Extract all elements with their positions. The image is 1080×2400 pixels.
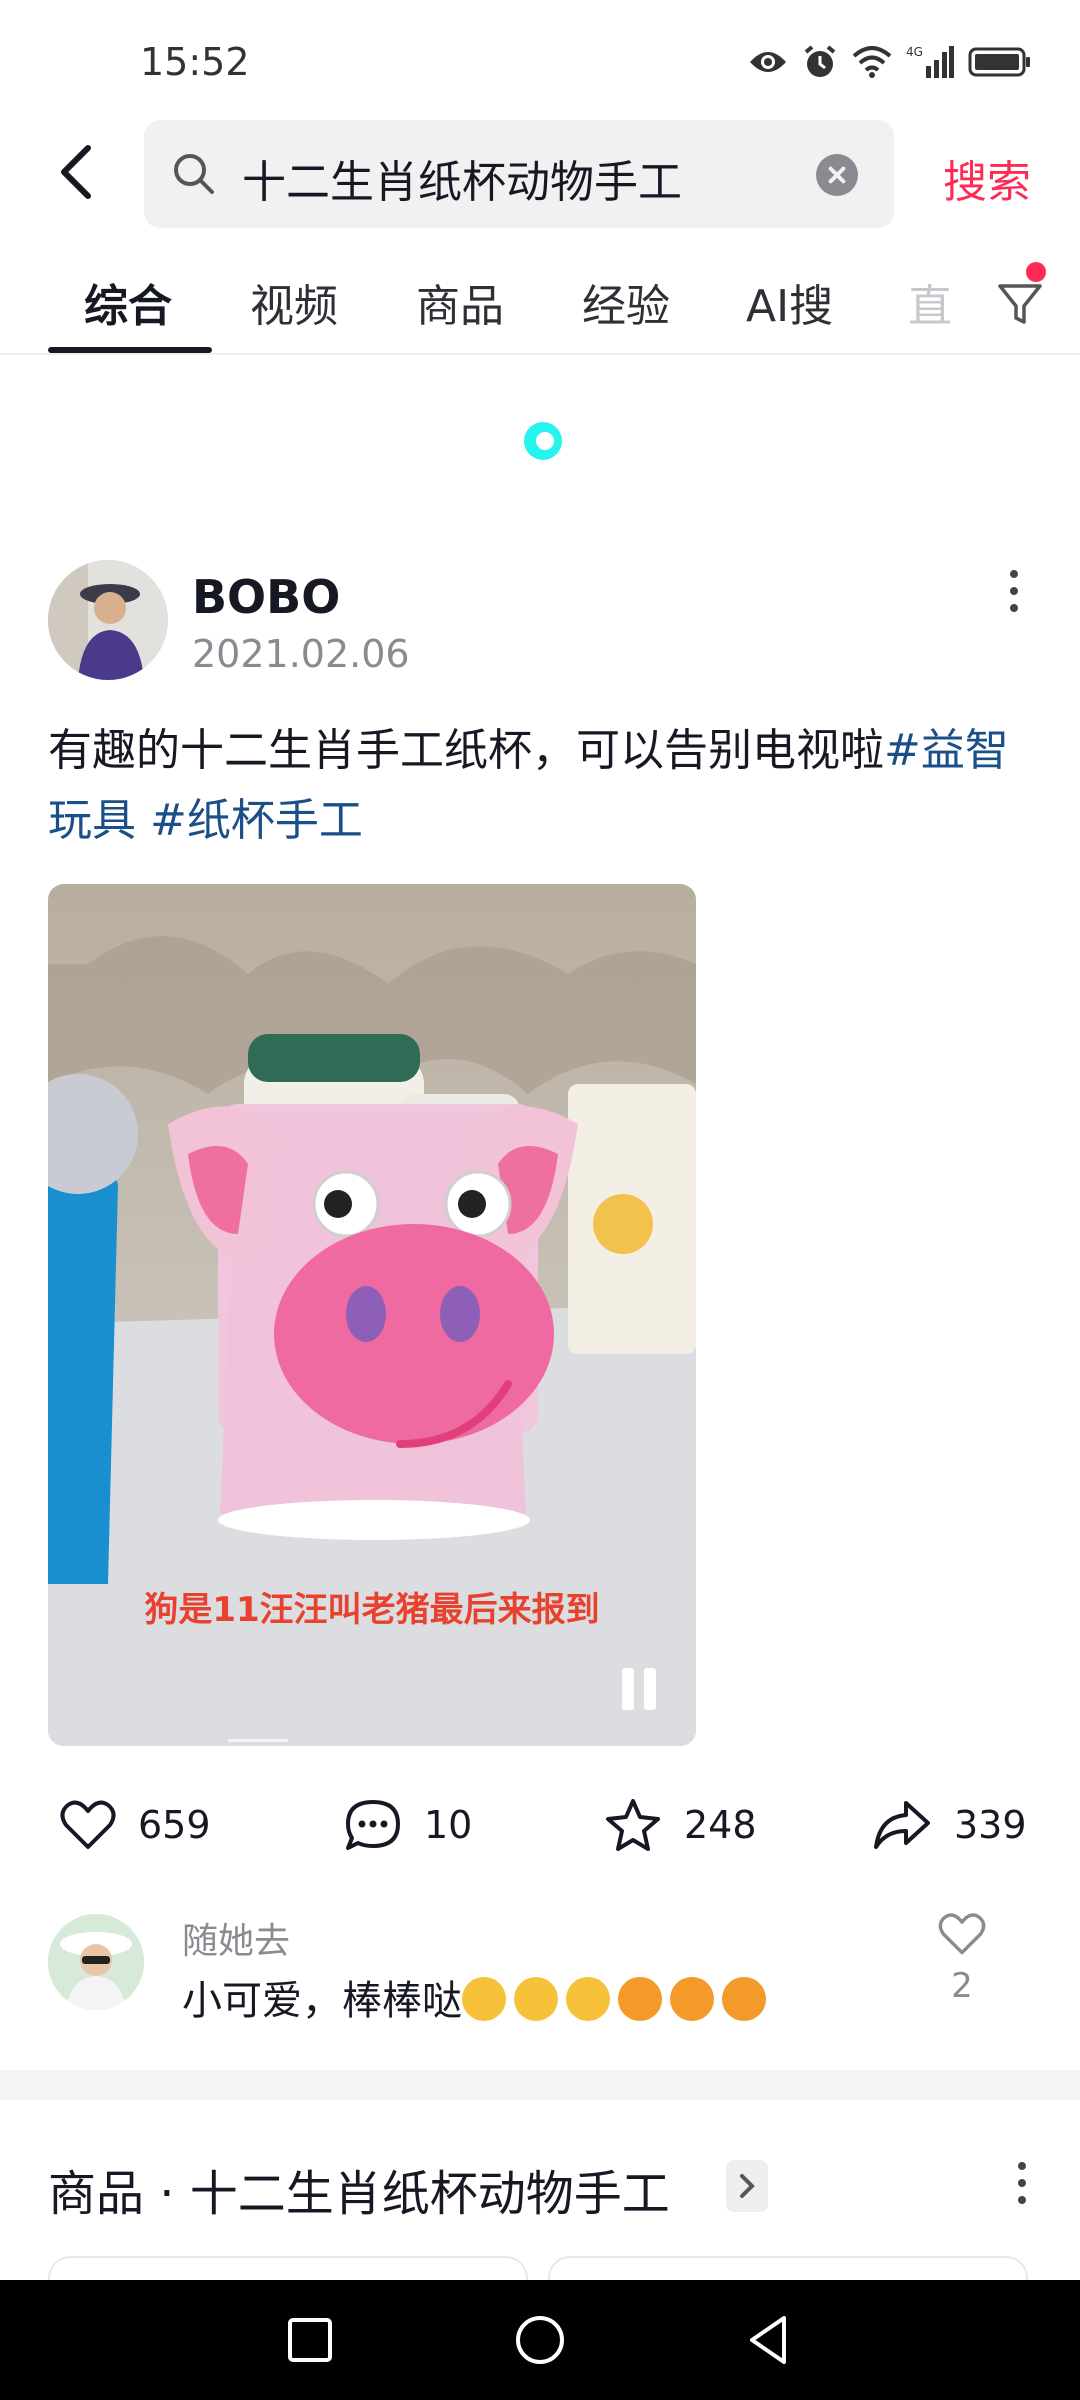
author-name[interactable]: BOBO bbox=[192, 570, 340, 624]
author-avatar[interactable] bbox=[48, 560, 168, 680]
clap-emoji-icon bbox=[462, 1977, 506, 2021]
comment-count: 10 bbox=[424, 1803, 473, 1847]
products-options-button[interactable] bbox=[1016, 2162, 1028, 2212]
battery-icon bbox=[968, 47, 1030, 77]
clap-emoji-icon bbox=[514, 1977, 558, 2021]
video-progress bbox=[228, 1739, 288, 1742]
comment-like-button[interactable] bbox=[934, 1912, 990, 1960]
search-icon bbox=[174, 154, 214, 194]
search-submit-button[interactable]: 搜索 bbox=[943, 146, 1031, 210]
commenter-name[interactable]: 随她去 bbox=[182, 1912, 290, 1964]
like-count: 659 bbox=[138, 1803, 211, 1847]
tab-experience[interactable]: 经验 bbox=[582, 270, 670, 334]
comment-button[interactable]: 10 bbox=[344, 1790, 472, 1860]
pause-icon[interactable] bbox=[620, 1668, 660, 1710]
like-button[interactable]: 659 bbox=[60, 1790, 211, 1860]
clap-emoji-icon bbox=[566, 1977, 610, 2021]
avatar-image bbox=[48, 560, 168, 680]
heart-icon bbox=[938, 1913, 986, 1955]
commenter-avatar-image bbox=[48, 1914, 144, 2010]
more-options-button[interactable] bbox=[1000, 570, 1028, 620]
favorite-count: 248 bbox=[684, 1803, 757, 1847]
back-arrow-icon bbox=[61, 145, 91, 199]
thumbs-up-emoji-icon bbox=[618, 1977, 662, 2021]
clear-icon[interactable] bbox=[816, 154, 858, 196]
search-query[interactable]: 十二生肖纸杯动物手工 bbox=[242, 146, 682, 210]
eye-icon bbox=[750, 52, 786, 72]
network-label: 4G bbox=[906, 45, 923, 59]
post-body: 有趣的十二生肖手工纸杯，可以告别电视啦 bbox=[48, 725, 884, 776]
alarm-icon bbox=[804, 45, 836, 77]
video-player[interactable]: 狗是11汪汪叫老猪最后来报到 bbox=[48, 884, 696, 1746]
home-icon[interactable] bbox=[510, 2310, 570, 2370]
favorite-button[interactable]: 248 bbox=[604, 1790, 757, 1860]
recents-icon[interactable] bbox=[280, 2310, 340, 2370]
search-input[interactable]: 十二生肖纸杯动物手工 bbox=[144, 120, 894, 228]
back-icon[interactable] bbox=[740, 2310, 800, 2370]
thumbs-up-emoji-icon bbox=[722, 1977, 766, 2021]
status-time: 15:52 bbox=[140, 40, 250, 84]
search-header: 十二生肖纸杯动物手工 搜索 bbox=[0, 120, 1080, 228]
comment-icon bbox=[346, 1800, 400, 1850]
filter-notification-dot bbox=[1026, 262, 1046, 282]
wifi-icon bbox=[852, 46, 892, 78]
system-nav-bar bbox=[0, 2280, 1080, 2400]
comment-body: 小可爱，棒棒哒 bbox=[182, 1978, 462, 2024]
star-icon bbox=[606, 1799, 660, 1851]
section-divider bbox=[0, 2070, 1080, 2100]
post-actions: 659 10 248 339 bbox=[0, 1790, 1080, 1860]
back-button[interactable] bbox=[48, 140, 112, 204]
video-caption: 狗是11汪汪叫老猪最后来报到 bbox=[144, 1590, 600, 1630]
heart-icon bbox=[60, 1800, 116, 1849]
share-button[interactable]: 339 bbox=[872, 1790, 1027, 1860]
chevron-right-icon bbox=[740, 2174, 755, 2198]
active-tab-indicator bbox=[48, 347, 212, 353]
products-more-button[interactable] bbox=[726, 2160, 768, 2212]
tab-comprehensive[interactable]: 综合 bbox=[84, 270, 172, 334]
tab-products[interactable]: 商品 bbox=[416, 270, 504, 334]
thumbs-up-emoji-icon bbox=[670, 1977, 714, 2021]
comment-text: 小可爱，棒棒哒 bbox=[182, 1968, 774, 2026]
signal-icon: 4G bbox=[906, 45, 954, 78]
hashtag-link[interactable]: #纸杯手工 bbox=[150, 795, 363, 846]
tab-video[interactable]: 视频 bbox=[250, 270, 338, 334]
share-count: 339 bbox=[954, 1803, 1027, 1847]
status-bar: 15:52 4G bbox=[0, 0, 1080, 120]
comment-like-count: 2 bbox=[951, 1966, 973, 2006]
tab-bar: 综合 视频 商品 经验 AI搜 直 bbox=[0, 250, 1080, 355]
loading-spinner bbox=[524, 422, 562, 460]
status-icons: 4G bbox=[748, 44, 1032, 80]
products-section-title[interactable]: 商品 · 十二生肖纸杯动物手工 bbox=[48, 2154, 670, 2224]
tab-live[interactable]: 直 bbox=[908, 270, 952, 334]
post-text: 有趣的十二生肖手工纸杯，可以告别电视啦#益智玩具 #纸杯手工 bbox=[48, 716, 1038, 856]
commenter-avatar[interactable] bbox=[48, 1914, 144, 2010]
post-date: 2021.02.06 bbox=[192, 632, 410, 676]
share-icon bbox=[874, 1801, 930, 1849]
tab-ai-search[interactable]: AI搜 bbox=[746, 270, 833, 334]
